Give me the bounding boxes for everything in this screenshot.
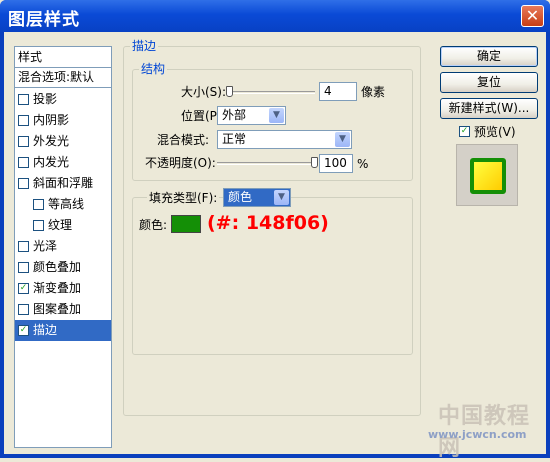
list-item-outer-glow[interactable]: 外发光 bbox=[15, 131, 111, 152]
preview-sample bbox=[470, 158, 506, 194]
list-item-drop-shadow[interactable]: 投影 bbox=[15, 89, 111, 110]
gradient-overlay-checkbox[interactable]: ✓ bbox=[18, 283, 29, 294]
blend-options-default[interactable]: 混合选项:默认 bbox=[15, 68, 111, 88]
inner-glow-checkbox[interactable] bbox=[18, 157, 29, 168]
structure-group: 结构 大小(S): 4 像素 位置(P): 外部 ▼ 混合模式: 正常 ▼ 不透… bbox=[132, 62, 413, 181]
structure-title: 结构 bbox=[139, 62, 168, 76]
chevron-down-icon: ▼ bbox=[274, 190, 289, 205]
color-annotation: (#: 148f06) bbox=[207, 212, 329, 234]
window-title: 图层样式 bbox=[8, 10, 80, 30]
list-item-inner-shadow[interactable]: 内阴影 bbox=[15, 110, 111, 131]
fill-type-select[interactable]: 颜色 ▼ bbox=[223, 188, 291, 207]
color-label: 颜色: bbox=[139, 218, 168, 232]
satin-checkbox[interactable] bbox=[18, 241, 29, 252]
contour-checkbox[interactable] bbox=[33, 199, 44, 210]
opacity-unit: % bbox=[357, 157, 369, 171]
outer-glow-checkbox[interactable] bbox=[18, 136, 29, 147]
styles-header[interactable]: 样式 bbox=[15, 47, 111, 68]
list-item-gradient-overlay[interactable]: ✓ 渐变叠加 bbox=[15, 278, 111, 299]
dialog-body: 样式 混合选项:默认 投影 内阴影 外发光 内发光 斜面和浮雕 等高线 纹理 光… bbox=[4, 32, 546, 461]
stroke-group-title: 描边 bbox=[130, 39, 159, 53]
styles-list: 样式 混合选项:默认 投影 内阴影 外发光 内发光 斜面和浮雕 等高线 纹理 光… bbox=[14, 46, 112, 448]
close-button[interactable]: ✕ bbox=[521, 5, 544, 27]
blend-mode-select[interactable]: 正常 ▼ bbox=[217, 130, 352, 149]
layer-style-window: 图层样式 ✕ 样式 混合选项:默认 投影 内阴影 外发光 内发光 斜面和浮雕 等… bbox=[0, 0, 550, 461]
list-item-contour[interactable]: 等高线 bbox=[15, 194, 111, 215]
size-slider-thumb[interactable] bbox=[226, 86, 233, 97]
preview-label: 预览(V) bbox=[474, 125, 516, 139]
stroke-checkbox[interactable]: ✓ bbox=[18, 325, 29, 336]
style-preview bbox=[456, 144, 518, 206]
size-unit: 像素 bbox=[361, 85, 386, 99]
list-item-bevel-emboss[interactable]: 斜面和浮雕 bbox=[15, 173, 111, 194]
watermark-url: www.jcwcn.com bbox=[428, 428, 527, 441]
fill-type-label: 填充类型(F): bbox=[147, 190, 220, 206]
chevron-down-icon: ▼ bbox=[335, 132, 350, 147]
blend-mode-label: 混合模式: bbox=[157, 133, 210, 147]
pattern-overlay-checkbox[interactable] bbox=[18, 304, 29, 315]
drop-shadow-checkbox[interactable] bbox=[18, 94, 29, 105]
list-item-satin[interactable]: 光泽 bbox=[15, 236, 111, 257]
opacity-slider-thumb[interactable] bbox=[311, 157, 318, 168]
opacity-slider[interactable] bbox=[217, 162, 315, 165]
list-item-inner-glow[interactable]: 内发光 bbox=[15, 152, 111, 173]
stroke-group: 描边 结构 大小(S): 4 像素 位置(P): 外部 ▼ 混合模式: 正常 ▼ bbox=[123, 39, 421, 416]
size-slider[interactable] bbox=[229, 91, 315, 94]
reset-button[interactable]: 复位 bbox=[440, 72, 538, 93]
position-select[interactable]: 外部 ▼ bbox=[217, 106, 286, 125]
list-item-color-overlay[interactable]: 颜色叠加 bbox=[15, 257, 111, 278]
opacity-label: 不透明度(O): bbox=[145, 156, 216, 170]
list-item-texture[interactable]: 纹理 bbox=[15, 215, 111, 236]
opacity-input[interactable]: 100 bbox=[319, 154, 353, 173]
color-overlay-checkbox[interactable] bbox=[18, 262, 29, 273]
size-label: 大小(S): bbox=[181, 85, 227, 99]
texture-checkbox[interactable] bbox=[33, 220, 44, 231]
fill-group: 填充类型(F): 颜色 ▼ 颜色: (#: 148f06) bbox=[132, 188, 413, 355]
close-icon: ✕ bbox=[525, 6, 540, 25]
list-item-stroke[interactable]: ✓ 描边 bbox=[15, 320, 111, 341]
size-input[interactable]: 4 bbox=[319, 82, 357, 101]
stroke-color-swatch[interactable] bbox=[171, 215, 201, 233]
ok-button[interactable]: 确定 bbox=[440, 46, 538, 67]
preview-checkbox[interactable]: ✓ bbox=[459, 126, 470, 137]
chevron-down-icon: ▼ bbox=[269, 108, 284, 123]
list-item-pattern-overlay[interactable]: 图案叠加 bbox=[15, 299, 111, 320]
title-bar[interactable]: 图层样式 ✕ bbox=[0, 0, 550, 32]
new-style-button[interactable]: 新建样式(W)... bbox=[440, 98, 538, 119]
inner-shadow-checkbox[interactable] bbox=[18, 115, 29, 126]
bevel-emboss-checkbox[interactable] bbox=[18, 178, 29, 189]
